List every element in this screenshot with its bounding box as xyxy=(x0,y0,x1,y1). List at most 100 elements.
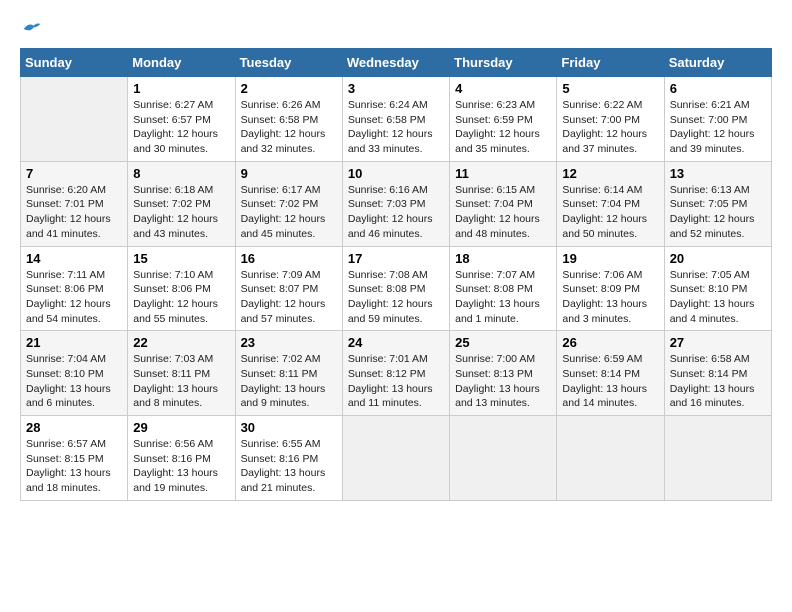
page-header xyxy=(20,20,772,38)
calendar-cell: 28 Sunrise: 6:57 AM Sunset: 8:15 PM Dayli… xyxy=(21,416,128,501)
calendar-cell: 25 Sunrise: 7:00 AM Sunset: 8:13 PM Dayli… xyxy=(450,331,557,416)
week-row-5: 28 Sunrise: 6:57 AM Sunset: 8:15 PM Dayli… xyxy=(21,416,772,501)
calendar-cell: 7 Sunrise: 6:20 AM Sunset: 7:01 PM Daylig… xyxy=(21,161,128,246)
day-number: 14 xyxy=(26,251,122,266)
calendar-cell: 20 Sunrise: 7:05 AM Sunset: 8:10 PM Dayli… xyxy=(664,246,771,331)
day-number: 17 xyxy=(348,251,444,266)
calendar-cell: 13 Sunrise: 6:13 AM Sunset: 7:05 PM Dayli… xyxy=(664,161,771,246)
calendar-cell: 30Sunrise: 6:55 AM Sunset: 8:16 PM Dayli… xyxy=(235,416,342,501)
day-number: 29 xyxy=(133,420,229,435)
calendar-cell xyxy=(664,416,771,501)
day-info: Sunrise: 6:27 AM Sunset: 6:57 PM Dayligh… xyxy=(133,98,229,157)
day-info: Sunrise: 7:08 AM Sunset: 8:08 PM Dayligh… xyxy=(348,268,444,327)
day-info: Sunrise: 6:16 AM Sunset: 7:03 PM Dayligh… xyxy=(348,183,444,242)
day-number: 24 xyxy=(348,335,444,350)
day-info: Sunrise: 6:56 AM Sunset: 8:16 PM Dayligh… xyxy=(133,437,229,496)
calendar-cell: 4 Sunrise: 6:23 AM Sunset: 6:59 PM Daylig… xyxy=(450,77,557,162)
day-number: 7 xyxy=(26,166,122,181)
day-number: 20 xyxy=(670,251,766,266)
calendar-cell: 8 Sunrise: 6:18 AM Sunset: 7:02 PM Daylig… xyxy=(128,161,235,246)
calendar-cell xyxy=(21,77,128,162)
day-info: Sunrise: 6:13 AM Sunset: 7:05 PM Dayligh… xyxy=(670,183,766,242)
day-number: 21 xyxy=(26,335,122,350)
day-number: 12 xyxy=(562,166,658,181)
day-number: 5 xyxy=(562,81,658,96)
week-row-4: 21 Sunrise: 7:04 AM Sunset: 8:10 PM Dayli… xyxy=(21,331,772,416)
calendar-cell: 6 Sunrise: 6:21 AM Sunset: 7:00 PM Daylig… xyxy=(664,77,771,162)
week-row-2: 7 Sunrise: 6:20 AM Sunset: 7:01 PM Daylig… xyxy=(21,161,772,246)
calendar-cell xyxy=(342,416,449,501)
day-info: Sunrise: 7:00 AM Sunset: 8:13 PM Dayligh… xyxy=(455,352,551,411)
week-row-1: 1 Sunrise: 6:27 AM Sunset: 6:57 PM Daylig… xyxy=(21,77,772,162)
day-info: Sunrise: 6:23 AM Sunset: 6:59 PM Dayligh… xyxy=(455,98,551,157)
day-number: 27 xyxy=(670,335,766,350)
logo xyxy=(20,20,42,38)
logo-text xyxy=(20,20,42,38)
day-info: Sunrise: 7:11 AM Sunset: 8:06 PM Dayligh… xyxy=(26,268,122,327)
col-header-thursday: Thursday xyxy=(450,49,557,77)
col-header-saturday: Saturday xyxy=(664,49,771,77)
col-header-friday: Friday xyxy=(557,49,664,77)
day-number: 4 xyxy=(455,81,551,96)
day-info: Sunrise: 6:26 AM Sunset: 6:58 PM Dayligh… xyxy=(241,98,337,157)
day-number: 9 xyxy=(241,166,337,181)
calendar-cell: 19Sunrise: 7:06 AM Sunset: 8:09 PM Dayli… xyxy=(557,246,664,331)
day-number: 25 xyxy=(455,335,551,350)
day-number: 18 xyxy=(455,251,551,266)
calendar-cell: 15Sunrise: 7:10 AM Sunset: 8:06 PM Dayli… xyxy=(128,246,235,331)
day-info: Sunrise: 6:18 AM Sunset: 7:02 PM Dayligh… xyxy=(133,183,229,242)
day-number: 8 xyxy=(133,166,229,181)
calendar-cell: 11 Sunrise: 6:15 AM Sunset: 7:04 PM Dayli… xyxy=(450,161,557,246)
day-number: 10 xyxy=(348,166,444,181)
day-info: Sunrise: 7:05 AM Sunset: 8:10 PM Dayligh… xyxy=(670,268,766,327)
day-number: 6 xyxy=(670,81,766,96)
day-info: Sunrise: 6:24 AM Sunset: 6:58 PM Dayligh… xyxy=(348,98,444,157)
calendar-cell: 29 Sunrise: 6:56 AM Sunset: 8:16 PM Dayli… xyxy=(128,416,235,501)
day-info: Sunrise: 7:10 AM Sunset: 8:06 PM Dayligh… xyxy=(133,268,229,327)
day-info: Sunrise: 6:21 AM Sunset: 7:00 PM Dayligh… xyxy=(670,98,766,157)
day-info: Sunrise: 6:20 AM Sunset: 7:01 PM Dayligh… xyxy=(26,183,122,242)
day-number: 22 xyxy=(133,335,229,350)
calendar-cell: 21 Sunrise: 7:04 AM Sunset: 8:10 PM Dayli… xyxy=(21,331,128,416)
day-info: Sunrise: 6:58 AM Sunset: 8:14 PM Dayligh… xyxy=(670,352,766,411)
day-number: 26 xyxy=(562,335,658,350)
calendar-cell: 27 Sunrise: 6:58 AM Sunset: 8:14 PM Dayli… xyxy=(664,331,771,416)
day-number: 28 xyxy=(26,420,122,435)
day-info: Sunrise: 6:14 AM Sunset: 7:04 PM Dayligh… xyxy=(562,183,658,242)
calendar-cell: 26 Sunrise: 6:59 AM Sunset: 8:14 PM Dayli… xyxy=(557,331,664,416)
day-info: Sunrise: 7:03 AM Sunset: 8:11 PM Dayligh… xyxy=(133,352,229,411)
col-header-tuesday: Tuesday xyxy=(235,49,342,77)
day-info: Sunrise: 6:15 AM Sunset: 7:04 PM Dayligh… xyxy=(455,183,551,242)
calendar-cell xyxy=(557,416,664,501)
week-row-3: 14 Sunrise: 7:11 AM Sunset: 8:06 PM Dayli… xyxy=(21,246,772,331)
day-info: Sunrise: 7:07 AM Sunset: 8:08 PM Dayligh… xyxy=(455,268,551,327)
day-info: Sunrise: 7:04 AM Sunset: 8:10 PM Dayligh… xyxy=(26,352,122,411)
calendar-cell: 5 Sunrise: 6:22 AM Sunset: 7:00 PM Daylig… xyxy=(557,77,664,162)
day-info: Sunrise: 7:06 AM Sunset: 8:09 PM Dayligh… xyxy=(562,268,658,327)
calendar-cell: 18 Sunrise: 7:07 AM Sunset: 8:08 PM Dayli… xyxy=(450,246,557,331)
day-number: 1 xyxy=(133,81,229,96)
calendar-cell: 2Sunrise: 6:26 AM Sunset: 6:58 PM Daylig… xyxy=(235,77,342,162)
day-number: 13 xyxy=(670,166,766,181)
calendar-cell: 23Sunrise: 7:02 AM Sunset: 8:11 PM Dayli… xyxy=(235,331,342,416)
calendar-cell: 24 Sunrise: 7:01 AM Sunset: 8:12 PM Dayli… xyxy=(342,331,449,416)
day-info: Sunrise: 6:55 AM Sunset: 8:16 PM Dayligh… xyxy=(241,437,337,496)
day-info: Sunrise: 6:22 AM Sunset: 7:00 PM Dayligh… xyxy=(562,98,658,157)
calendar-cell xyxy=(450,416,557,501)
calendar-cell: 16Sunrise: 7:09 AM Sunset: 8:07 PM Dayli… xyxy=(235,246,342,331)
day-info: Sunrise: 6:59 AM Sunset: 8:14 PM Dayligh… xyxy=(562,352,658,411)
day-info: Sunrise: 6:17 AM Sunset: 7:02 PM Dayligh… xyxy=(241,183,337,242)
calendar-table: SundayMondayTuesdayWednesdayThursdayFrid… xyxy=(20,48,772,501)
calendar-cell: 1 Sunrise: 6:27 AM Sunset: 6:57 PM Daylig… xyxy=(128,77,235,162)
calendar-cell: 3 Sunrise: 6:24 AM Sunset: 6:58 PM Daylig… xyxy=(342,77,449,162)
day-number: 16 xyxy=(241,251,337,266)
day-number: 3 xyxy=(348,81,444,96)
calendar-cell: 12 Sunrise: 6:14 AM Sunset: 7:04 PM Dayli… xyxy=(557,161,664,246)
calendar-cell: 14 Sunrise: 7:11 AM Sunset: 8:06 PM Dayli… xyxy=(21,246,128,331)
day-info: Sunrise: 7:01 AM Sunset: 8:12 PM Dayligh… xyxy=(348,352,444,411)
col-header-monday: Monday xyxy=(128,49,235,77)
day-number: 11 xyxy=(455,166,551,181)
col-header-wednesday: Wednesday xyxy=(342,49,449,77)
day-info: Sunrise: 6:57 AM Sunset: 8:15 PM Dayligh… xyxy=(26,437,122,496)
calendar-cell: 10 Sunrise: 6:16 AM Sunset: 7:03 PM Dayli… xyxy=(342,161,449,246)
